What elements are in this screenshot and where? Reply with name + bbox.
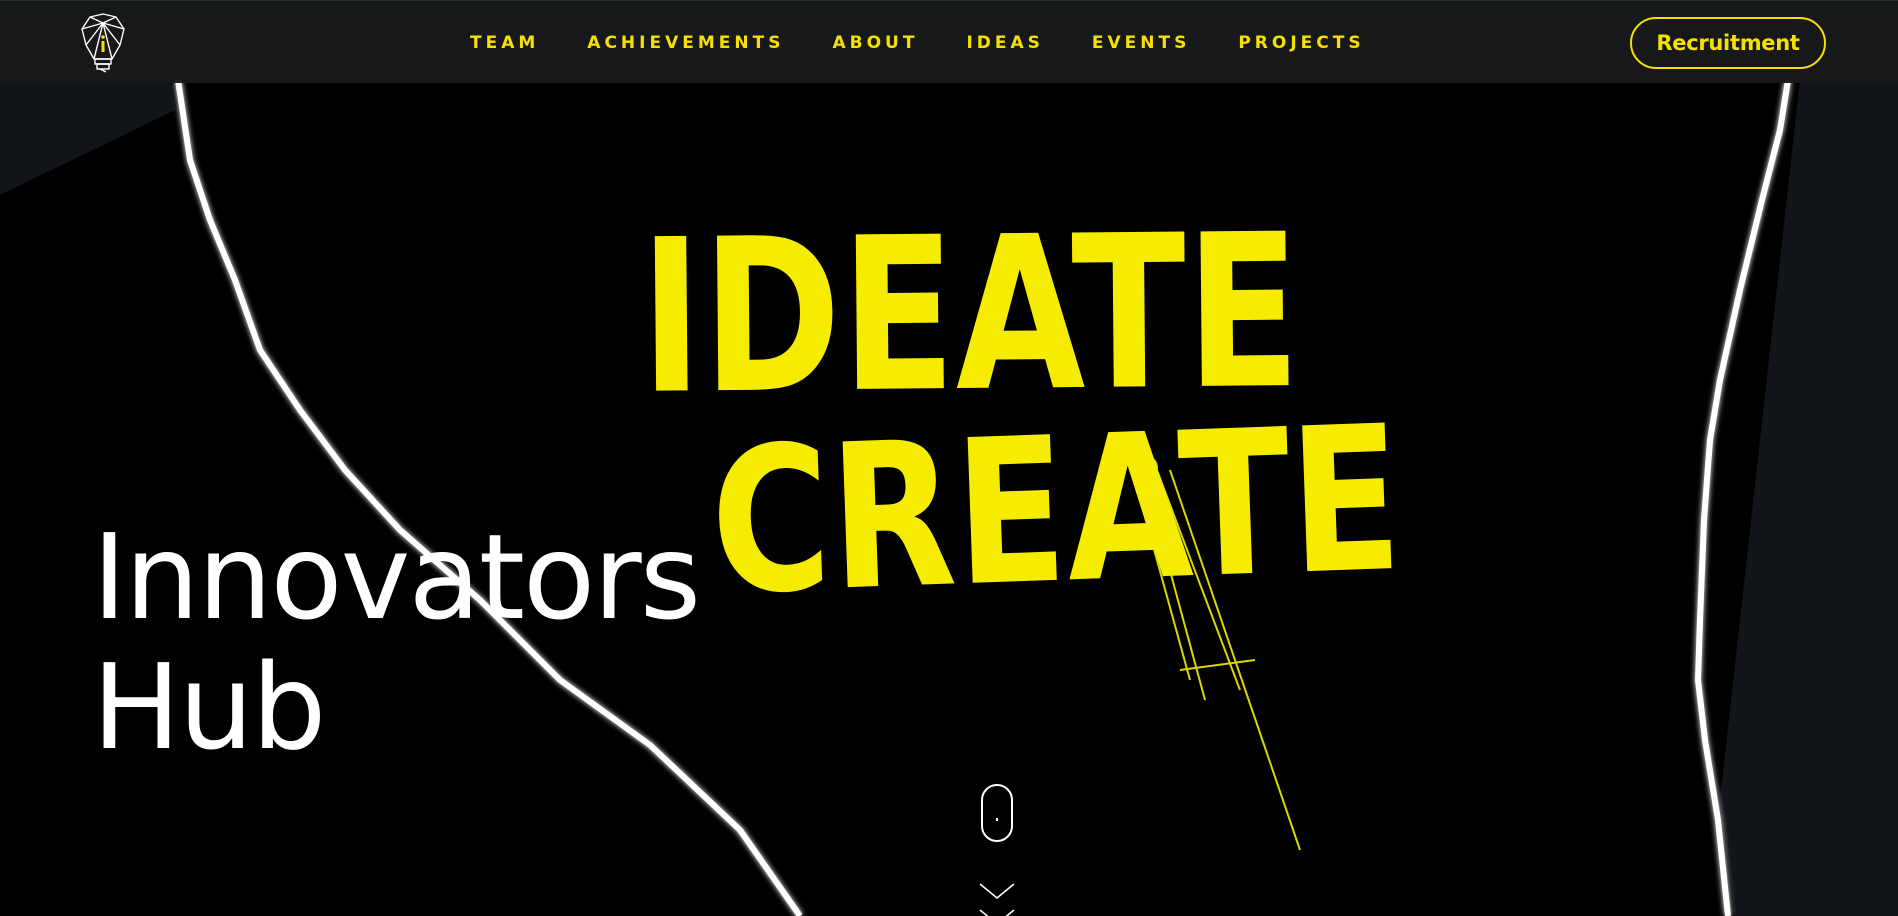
hero-title: Innovators Hub: [92, 508, 701, 776]
nav-link-about[interactable]: ABOUT: [832, 33, 918, 53]
chevron-down-icon[interactable]: [978, 880, 1016, 916]
top-navbar: TEAM ACHIEVEMENTS ABOUT IDEAS EVENTS PRO…: [0, 0, 1898, 83]
nav-link-events[interactable]: EVENTS: [1092, 33, 1190, 53]
page: IDEATE CREATE TEAM ACHIEVEMENTS ABOUT ID…: [0, 0, 1898, 916]
hero-title-line-1: Innovators: [92, 508, 701, 646]
nav-link-achievements[interactable]: ACHIEVEMENTS: [587, 33, 784, 53]
scroll-wheel: [996, 818, 998, 821]
lightbulb-outline-background: [0, 0, 1898, 916]
nav-link-team[interactable]: TEAM: [470, 33, 539, 53]
nav-link-ideas[interactable]: IDEAS: [966, 33, 1043, 53]
nav-links: TEAM ACHIEVEMENTS ABOUT IDEAS EVENTS PRO…: [470, 1, 1413, 84]
mouse-scroll-icon[interactable]: [981, 784, 1013, 842]
recruitment-button[interactable]: Recruitment: [1630, 17, 1826, 69]
hero-title-line-2: Hub: [92, 638, 326, 776]
lightbulb-i-icon[interactable]: [80, 13, 126, 73]
nav-link-projects[interactable]: PROJECTS: [1238, 33, 1364, 53]
